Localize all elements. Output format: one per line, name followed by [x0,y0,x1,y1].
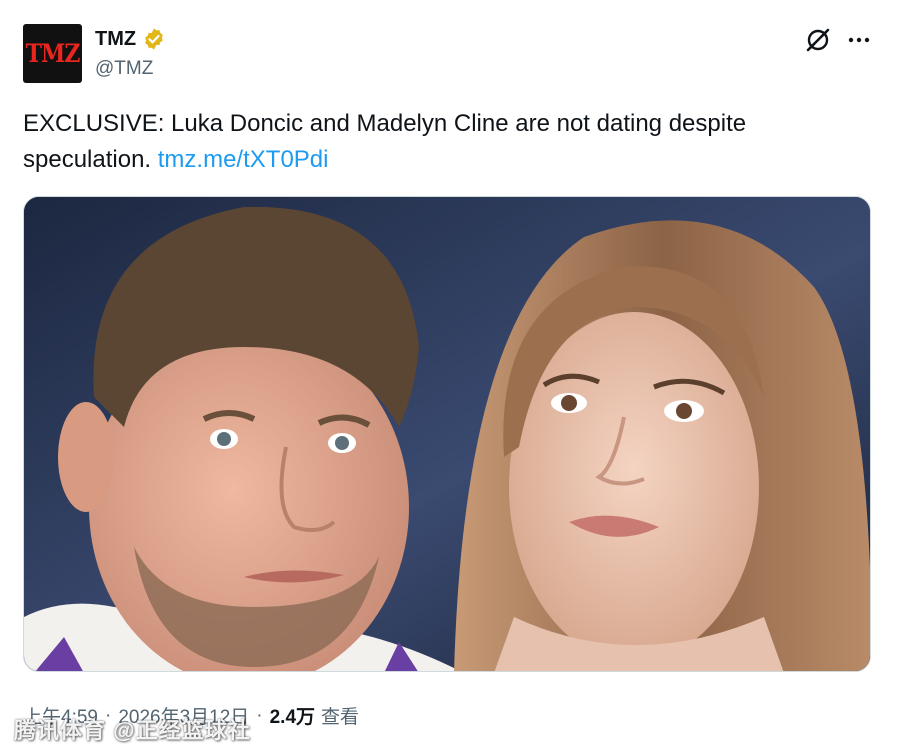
avatar[interactable]: TMZ [23,24,82,83]
meta-separator: · [256,704,263,726]
grok-icon[interactable] [804,26,832,54]
more-options-icon[interactable] [845,26,873,54]
views-count: 2.4万 [269,707,316,728]
tweet-date[interactable]: 2026年3月12日 [118,702,249,729]
avatar-logo-text: TMZ [25,38,81,69]
tweet-media-photo[interactable] [23,196,871,672]
tweet-text: EXCLUSIVE: Luka Doncic and Madelyn Cline… [23,106,863,178]
meta-separator: · [104,704,112,726]
verified-badge-icon [142,27,166,51]
author-display-name[interactable]: TMZ [95,28,136,51]
tweet-meta: 上午4:59 · 2026年3月12日 · 2.4万 查看 [23,702,359,729]
tweet-text-main: EXCLUSIVE: Luka Doncic and Madelyn Cline… [23,110,747,173]
tweet-link[interactable]: tmz.me/tXT0Pdi [158,146,329,173]
tweet-card: TMZ TMZ @TMZ EXCLUSIVE: Luka Doncic and … [0,0,899,756]
photo-illustration [24,197,870,671]
views-label: 查看 [321,707,360,728]
tweet-time[interactable]: 上午4:59 [23,702,98,729]
author-handle[interactable]: @TMZ [95,58,153,80]
author-name-row: TMZ [95,27,166,51]
